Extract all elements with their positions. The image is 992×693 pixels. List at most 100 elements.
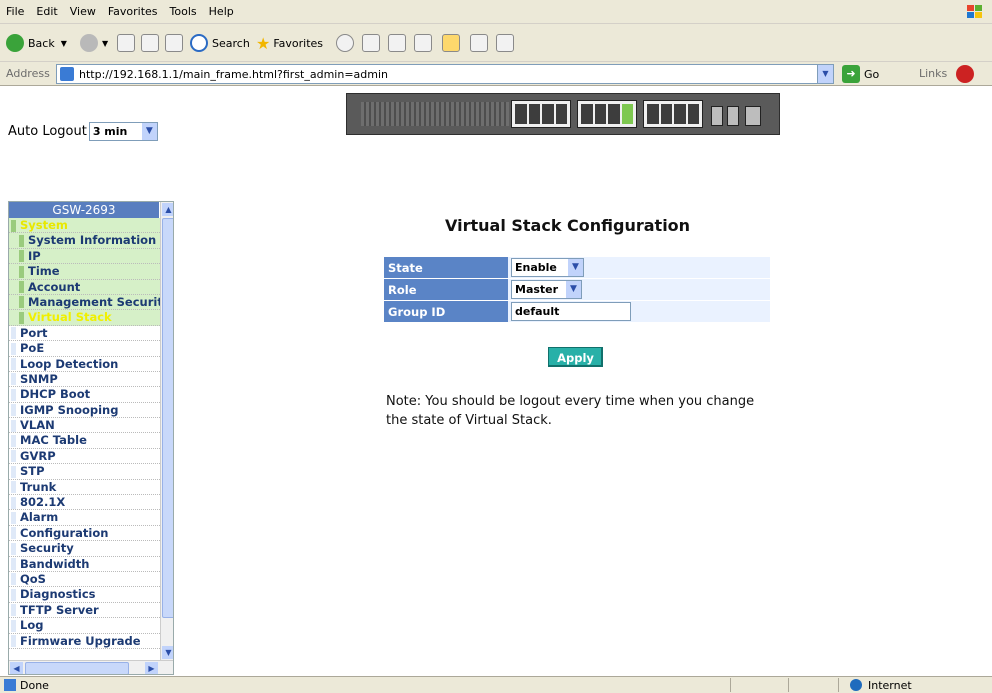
- forward-dropdown-icon[interactable]: ▼: [102, 39, 108, 48]
- sidebar-item-label: Bandwidth: [20, 556, 90, 571]
- sidebar-item-label: VLAN: [20, 418, 55, 433]
- sidebar-item-configuration[interactable]: Configuration: [9, 525, 160, 542]
- group-id-input[interactable]: default: [511, 302, 631, 321]
- sidebar-item-port[interactable]: Port: [9, 325, 160, 342]
- chevron-down-icon: ▼: [565, 281, 581, 298]
- sidebar-item-ip[interactable]: IP: [9, 248, 160, 265]
- scroll-down-icon[interactable]: ▼: [162, 646, 173, 659]
- links-label[interactable]: Links: [919, 67, 947, 80]
- sidebar-item-gvrp[interactable]: GVRP: [9, 448, 160, 465]
- sidebar-item-dhcp-boot[interactable]: DHCP Boot: [9, 387, 160, 403]
- sidebar-bullet-icon: [11, 558, 16, 571]
- sidebar-item-802-1x[interactable]: 802.1X: [9, 495, 160, 511]
- sidebar-item-poe[interactable]: PoE: [9, 341, 160, 357]
- forward-button[interactable]: ▼: [80, 32, 108, 54]
- sidebar-item-igmp-snooping[interactable]: IGMP Snooping: [9, 402, 160, 419]
- menu-help[interactable]: Help: [203, 0, 240, 24]
- back-dropdown-icon[interactable]: ▼: [61, 39, 67, 48]
- media-icon[interactable]: [336, 34, 354, 52]
- sidebar-bullet-icon: [11, 619, 16, 632]
- sidebar-item-label: Security: [20, 541, 74, 556]
- page-title: Virtual Stack Configuration: [445, 216, 691, 235]
- sidebar-item-label: Management Securit: [28, 294, 160, 309]
- role-value: Master: [515, 283, 559, 296]
- sidebar-item-account[interactable]: Account: [9, 279, 160, 295]
- menu-tools[interactable]: Tools: [164, 0, 203, 24]
- edit-icon[interactable]: [414, 34, 432, 52]
- auto-logout-select[interactable]: 3 min ▼: [88, 122, 158, 141]
- scroll-right-icon[interactable]: ▶: [145, 662, 158, 674]
- refresh-icon[interactable]: [141, 34, 159, 52]
- sidebar-item-management-securit[interactable]: Management Securit: [9, 294, 160, 311]
- favorites-label: Favorites: [273, 36, 324, 50]
- sidebar-bullet-icon: [19, 296, 24, 309]
- group-id-cell: default: [508, 301, 770, 322]
- address-input[interactable]: http://192.168.1.1/main_frame.html?first…: [56, 64, 834, 84]
- virtual-stack-form: State Enable ▼ Role Master ▼ Group ID de…: [384, 257, 770, 323]
- folder-icon[interactable]: [442, 34, 460, 52]
- sidebar-item-system-information[interactable]: System Information: [9, 233, 160, 249]
- sidebar-item-loop-detection[interactable]: Loop Detection: [9, 356, 160, 372]
- home-icon[interactable]: [165, 34, 183, 52]
- sidebar-bullet-icon: [11, 404, 16, 417]
- sidebar-item-mac-table[interactable]: MAC Table: [9, 433, 160, 449]
- back-button[interactable]: Back ▼: [6, 32, 67, 54]
- sidebar-item-alarm[interactable]: Alarm: [9, 510, 160, 526]
- sidebar-item-label: TFTP Server: [20, 602, 99, 617]
- sidebar-bullet-icon: [11, 496, 16, 509]
- favorites-button[interactable]: ★ Favorites: [256, 32, 323, 54]
- sidebar-bullet-icon: [11, 342, 16, 355]
- internet-globe-icon: [850, 679, 862, 691]
- scroll-left-icon[interactable]: ◀: [10, 662, 23, 674]
- sidebar-item-firmware-upgrade[interactable]: Firmware Upgrade: [9, 633, 160, 649]
- sidebar-horizontal-scrollbar[interactable]: ◀ ▶: [9, 660, 173, 674]
- search-button[interactable]: Search: [190, 32, 250, 54]
- apply-button[interactable]: Apply: [548, 347, 603, 367]
- sidebar-item-vlan[interactable]: VLAN: [9, 418, 160, 434]
- go-button[interactable]: ➜ Go: [842, 65, 879, 83]
- sidebar-item-snmp[interactable]: SNMP: [9, 371, 160, 388]
- search-label: Search: [212, 36, 250, 50]
- sidebar-item-tftp-server[interactable]: TFTP Server: [9, 602, 160, 619]
- menu-file[interactable]: File: [0, 0, 30, 24]
- address-dropdown-icon[interactable]: ▼: [817, 65, 833, 83]
- sidebar-item-label: MAC Table: [20, 433, 87, 448]
- state-select[interactable]: Enable ▼: [511, 258, 584, 277]
- messenger-icon[interactable]: [496, 34, 514, 52]
- sidebar-title: GSW-2693: [9, 202, 159, 218]
- links-chevron-icon[interactable]: [956, 65, 974, 83]
- sidebar-item-time[interactable]: Time: [9, 264, 160, 280]
- back-label: Back: [28, 36, 55, 50]
- sidebar-vertical-scrollbar[interactable]: ▲ ▼: [160, 202, 173, 660]
- menu-favorites[interactable]: Favorites: [102, 0, 164, 24]
- stop-icon[interactable]: [117, 34, 135, 52]
- sidebar-list: System System Information IP Time Account Man…: [9, 218, 160, 649]
- mail-icon[interactable]: [362, 34, 380, 52]
- state-row: State Enable ▼: [384, 257, 770, 279]
- status-divider: [788, 678, 789, 692]
- sidebar-item-label: Loop Detection: [20, 356, 119, 371]
- menu-view[interactable]: View: [64, 0, 102, 24]
- print-icon[interactable]: [388, 34, 406, 52]
- sidebar-item-virtual-stack[interactable]: Virtual Stack: [9, 310, 160, 326]
- sidebar-item-trunk[interactable]: Trunk: [9, 479, 160, 496]
- address-url: http://192.168.1.1/main_frame.html?first…: [79, 68, 389, 81]
- sidebar-bullet-icon: [11, 511, 16, 524]
- sidebar-item-log[interactable]: Log: [9, 618, 160, 634]
- sidebar-item-security[interactable]: Security: [9, 541, 160, 557]
- scroll-thumb-horizontal[interactable]: [25, 662, 129, 674]
- sidebar-item-bandwidth[interactable]: Bandwidth: [9, 556, 160, 572]
- sidebar-item-stp[interactable]: STP: [9, 464, 160, 480]
- sidebar-item-diagnostics[interactable]: Diagnostics: [9, 587, 160, 603]
- scroll-thumb[interactable]: [162, 218, 173, 618]
- sidebar-item-qos[interactable]: QoS: [9, 571, 160, 588]
- sidebar-item-system[interactable]: System: [9, 218, 160, 234]
- research-icon[interactable]: [470, 34, 488, 52]
- role-select[interactable]: Master ▼: [511, 280, 582, 299]
- menu-edit[interactable]: Edit: [30, 0, 63, 24]
- scroll-up-icon[interactable]: ▲: [162, 203, 173, 216]
- sidebar-item-label: Virtual Stack: [28, 310, 112, 325]
- sidebar-bullet-icon: [11, 450, 16, 463]
- favorites-star-icon: ★: [256, 33, 271, 53]
- sidebar-item-label: QoS: [20, 571, 46, 586]
